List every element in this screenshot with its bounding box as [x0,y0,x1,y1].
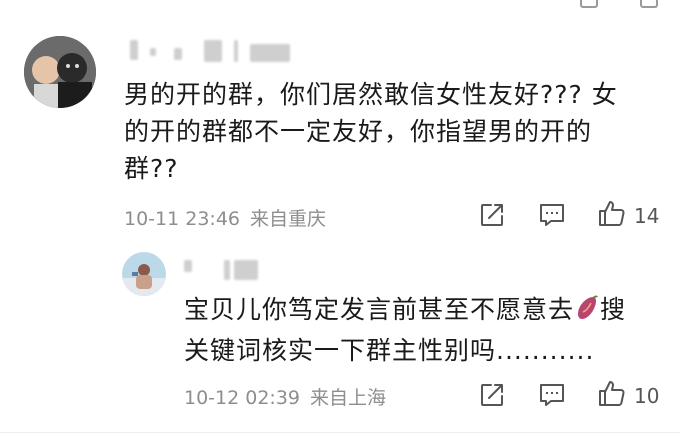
like-button[interactable] [596,198,628,228]
beach-photo-avatar [122,252,166,296]
like-count: 10 [634,384,660,408]
comment-time: 10-11 23:46 [124,208,241,230]
share-icon [481,384,503,406]
reply-text: 宝贝儿你笃定发言前甚至不愿意去搜 关键词核实一下群主性别吗........... [184,291,654,369]
username-obscured[interactable] [184,254,284,282]
comment-icon [540,384,564,406]
comment-line: 群?? [124,154,179,183]
comment-button[interactable] [536,200,568,230]
like-icon [599,381,625,406]
comment-line: 的开的群都不一定友好，你指望男的开的 [124,117,593,146]
comment-button[interactable] [536,380,568,410]
like-button[interactable] [596,378,628,408]
share-button[interactable] [476,380,508,410]
avatar[interactable] [24,36,96,108]
reply-line: 宝贝儿你笃定发言前甚至不愿意去搜 [184,291,654,332]
like-icon [599,201,625,226]
like-count: 14 [634,204,660,228]
comment-location: 来自上海 [310,387,387,409]
comment-meta: 10-12 02:39 来自上海 [184,383,386,410]
comment-time: 10-12 02:39 [184,387,301,409]
share-icon [481,204,503,226]
couple-photo-avatar [24,36,96,108]
sweet-potato-emoji [574,294,600,332]
comment-line: 男的开的群，你们居然敢信女性友好??? 女 [124,80,618,109]
comment-meta: 10-11 23:46 来自重庆 [124,204,326,231]
reply-line: 关键词核实一下群主性别吗........... [184,336,595,365]
avatar[interactable] [122,252,166,296]
comment-icon [540,204,564,226]
comment-location: 来自重庆 [250,208,327,230]
previous-action-icon-2 [640,0,658,8]
share-button[interactable] [476,200,508,230]
username-obscured[interactable] [130,36,300,64]
previous-item-fragment [0,0,680,14]
previous-action-icon [580,0,598,8]
comment-text: 男的开的群，你们居然敢信女性友好??? 女 的开的群都不一定友好，你指望男的开的… [124,76,664,187]
bottom-divider [0,432,680,433]
